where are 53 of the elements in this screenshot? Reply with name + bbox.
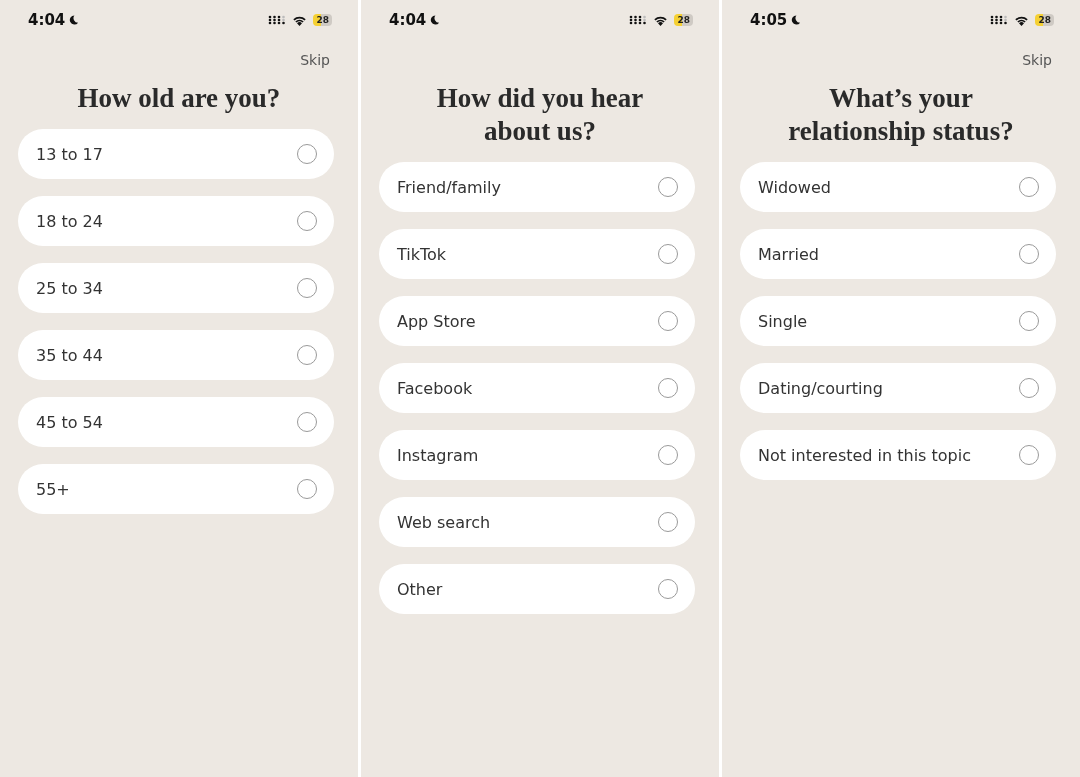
answer-option[interactable]: 18 to 24 xyxy=(18,196,334,246)
answer-option[interactable]: Married xyxy=(740,229,1056,279)
answer-option[interactable]: 25 to 34 xyxy=(18,263,334,313)
option-label: 45 to 54 xyxy=(36,412,103,432)
moon-icon xyxy=(429,14,441,26)
status-time: 4:04 xyxy=(28,11,66,29)
option-label: Other xyxy=(397,579,443,599)
question-title: How old are you? xyxy=(76,82,282,115)
answer-option[interactable]: 55+ xyxy=(18,464,334,514)
moon-icon xyxy=(790,14,802,26)
answer-option[interactable]: 45 to 54 xyxy=(18,397,334,447)
wifi-icon xyxy=(653,14,669,26)
option-label: Friend/family xyxy=(397,177,501,197)
option-label: Web search xyxy=(397,512,491,532)
answer-option[interactable]: Widowed xyxy=(740,162,1056,212)
answer-option[interactable]: Instagram xyxy=(379,430,695,480)
option-label: Married xyxy=(758,244,819,264)
signal-icon xyxy=(268,15,287,25)
answer-option[interactable]: Facebook xyxy=(379,363,695,413)
signal-icon xyxy=(990,15,1009,25)
answer-option[interactable]: Friend/family xyxy=(379,162,695,212)
option-label: Single xyxy=(758,311,808,331)
option-label: App Store xyxy=(397,311,476,331)
answer-option[interactable]: Not interested in this topic xyxy=(740,430,1056,480)
option-label: 18 to 24 xyxy=(36,211,103,231)
option-label: 25 to 34 xyxy=(36,278,103,298)
option-label: 55+ xyxy=(36,479,70,499)
answer-option[interactable]: Single xyxy=(740,296,1056,346)
answer-option[interactable]: App Store xyxy=(379,296,695,346)
skip-link[interactable]: Skip xyxy=(1022,52,1052,68)
answer-option[interactable]: Web search xyxy=(379,497,695,547)
option-label: Not interested in this topic xyxy=(758,445,971,465)
option-label: 35 to 44 xyxy=(36,345,103,365)
status-time: 4:04 xyxy=(389,11,427,29)
option-label: Facebook xyxy=(397,378,473,398)
option-label: TikTok xyxy=(397,244,447,264)
wifi-icon xyxy=(1014,14,1030,26)
question-title: How did you hear about us? xyxy=(435,82,645,148)
moon-icon xyxy=(68,14,80,26)
option-label: Dating/courting xyxy=(758,378,883,398)
status-time: 4:05 xyxy=(750,11,788,29)
answer-option[interactable]: 35 to 44 xyxy=(18,330,334,380)
answer-option[interactable]: TikTok xyxy=(379,229,695,279)
answer-option[interactable]: Other xyxy=(379,564,695,614)
option-label: 13 to 17 xyxy=(36,144,103,164)
signal-icon xyxy=(629,15,648,25)
wifi-icon xyxy=(292,14,308,26)
option-label: Widowed xyxy=(758,177,831,197)
answer-option[interactable]: Dating/courting xyxy=(740,363,1056,413)
option-label: Instagram xyxy=(397,445,479,465)
question-title: What’s your relationship status? xyxy=(787,82,1015,148)
skip-link[interactable]: Skip xyxy=(300,52,330,68)
answer-option[interactable]: 13 to 17 xyxy=(18,129,334,179)
